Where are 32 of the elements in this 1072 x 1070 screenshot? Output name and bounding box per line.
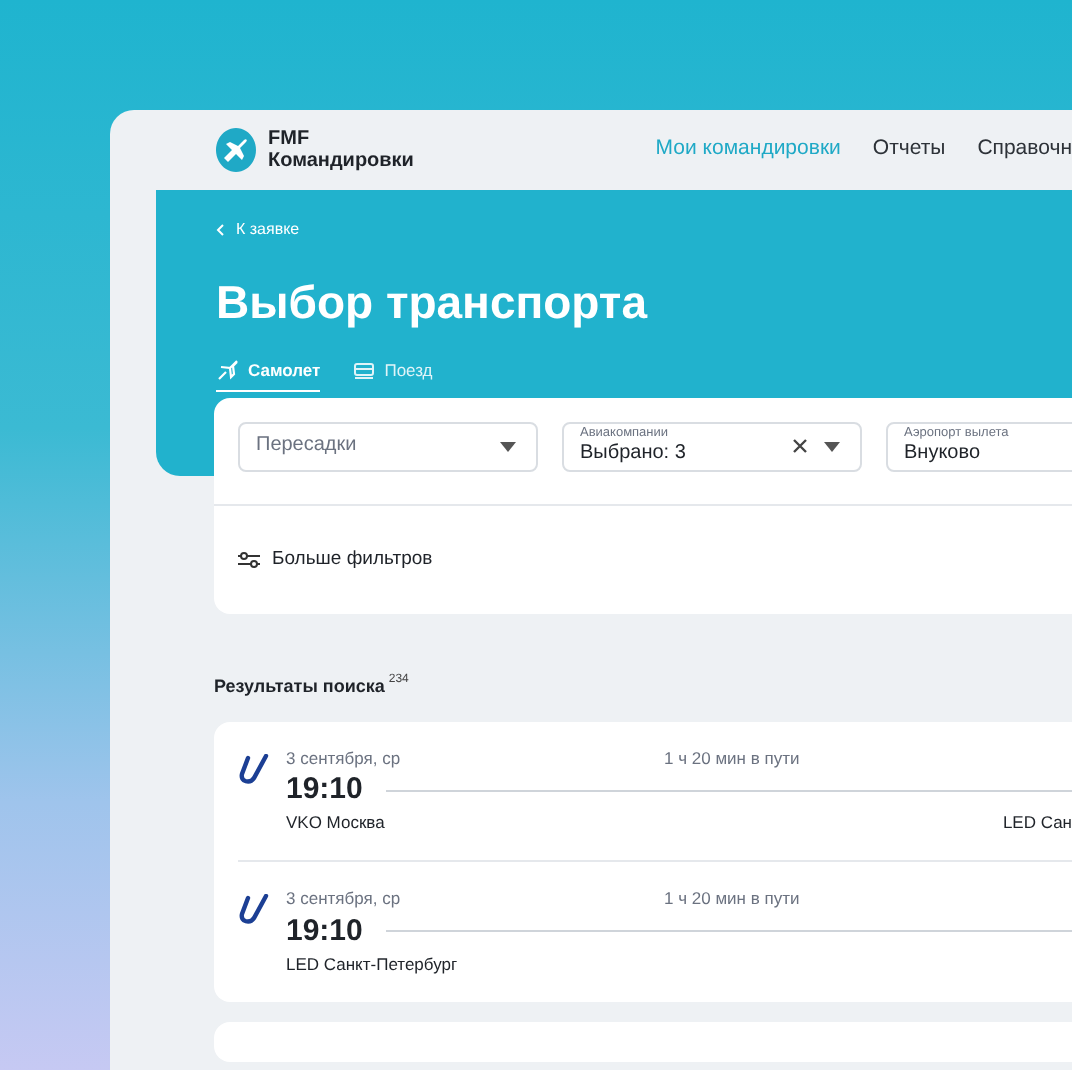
departure-airport: VKO Москва [286, 810, 385, 836]
clear-icon[interactable] [792, 438, 808, 455]
flight-duration: 1 ч 20 мин в пути [664, 745, 800, 771]
more-filters-button[interactable]: Больше фильтров [238, 545, 433, 574]
brand-subtitle: Командировки [268, 150, 414, 172]
flight-date: 3 сентября, ср [286, 745, 403, 771]
airline-logo-icon [238, 753, 270, 785]
caret-icon [824, 441, 840, 452]
caret-icon [500, 441, 516, 452]
field-value: Внуково [904, 442, 983, 467]
departure-time: 19:10 [286, 911, 363, 952]
field-value: Выбрано: 3 [580, 442, 688, 467]
departure-airport: LED Санкт-Петербург [286, 951, 458, 977]
flight-duration: 1 ч 20 мин в пути [664, 886, 800, 912]
dropdown-field[interactable]: Пересадки [238, 421, 538, 472]
flight-row[interactable]: 3 сентября, ср 1 ч 20 мин в пути 19:10 VKO Москва LED Сан [238, 721, 1072, 860]
sliders-icon [238, 549, 260, 570]
departure-time: 19:10 [286, 770, 363, 811]
chevron-left-icon [216, 224, 224, 236]
train-icon [352, 358, 377, 383]
logo-icon [216, 128, 256, 172]
field-placeholder: Пересадки [256, 434, 359, 459]
nav-link[interactable]: Справочн [977, 134, 1072, 166]
page-title: Выбор транспорта [216, 274, 650, 330]
flight-row[interactable]: 3 сентября, ср 1 ч 20 мин в пути 19:10 LED Санкт-Петербург [238, 860, 1072, 1001]
results-heading: Результаты поиска [214, 674, 385, 700]
nav-link[interactable]: Отчеты [872, 134, 946, 166]
brand-name: FMF [268, 128, 312, 150]
flight-date: 3 сентября, ср [286, 886, 403, 912]
arrival-airport: LED Сан [1002, 810, 1072, 836]
plane-icon [216, 358, 240, 383]
airline-logo-icon [238, 894, 270, 926]
